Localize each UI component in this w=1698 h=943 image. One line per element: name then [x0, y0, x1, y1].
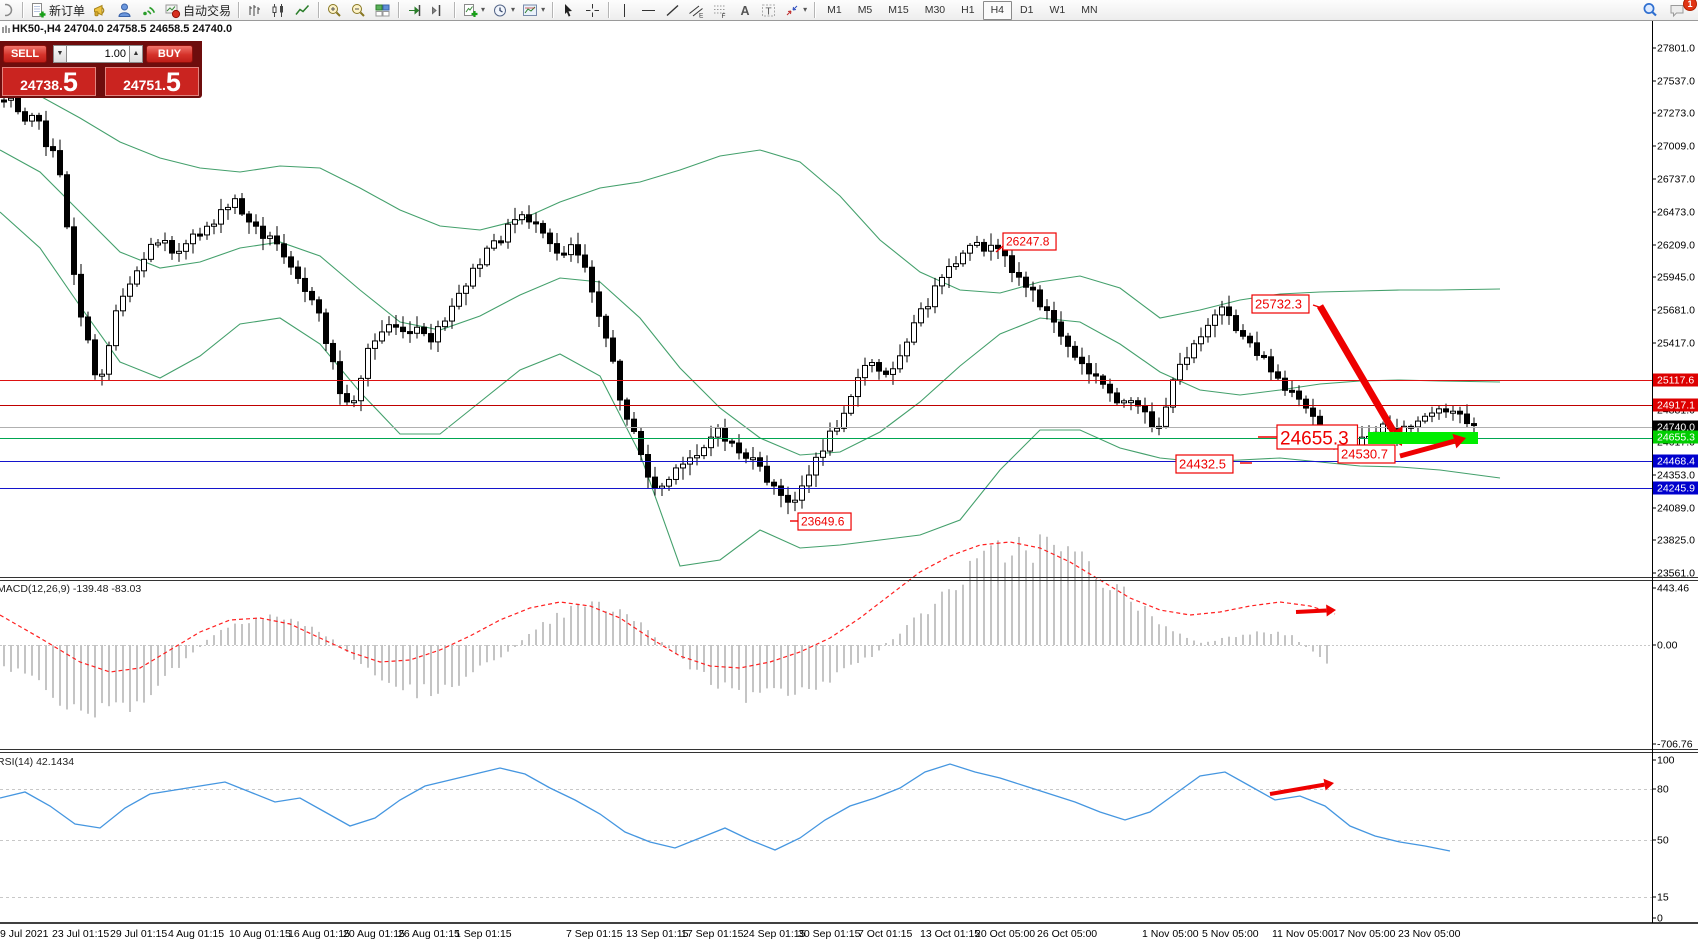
time-tick-label: 13 Oct 01:15	[920, 928, 980, 940]
price-label-annotation[interactable]: 23649.6	[790, 513, 851, 530]
price-tick-label: 23825.0	[1657, 535, 1695, 547]
volume-stepper: ▼ ▲	[53, 45, 143, 63]
time-tick-label: 17 Sep 01:15	[681, 928, 744, 940]
price-label-annotation[interactable]: 24432.5	[1176, 455, 1252, 473]
price-badge-label: 24917.1	[1657, 400, 1695, 412]
macd-pane	[0, 534, 1652, 717]
price-tick-label: 25417.0	[1657, 338, 1695, 350]
volume-decrease-button[interactable]: ▼	[53, 45, 67, 63]
time-tick-label: 20 Aug 01:15	[343, 928, 405, 940]
price-badge-label: 24655.3	[1657, 432, 1695, 444]
time-tick-label: 4 Aug 01:15	[168, 928, 224, 940]
price-tick-label: 26209.0	[1657, 240, 1695, 252]
time-tick-label: 17 Nov 05:00	[1333, 928, 1396, 940]
volume-increase-button[interactable]: ▲	[129, 45, 143, 63]
time-tick-label: 23 Nov 05:00	[1398, 928, 1461, 940]
macd-indicator-label: MACD(12,26,9) -139.48 -83.03	[0, 583, 141, 595]
price-tick-label: 26737.0	[1657, 174, 1695, 186]
chart-frame	[0, 21, 1698, 923]
main-chart-pane	[0, 87, 1652, 566]
chart-symbol-icon	[2, 25, 11, 34]
rsi-pane	[0, 764, 1652, 898]
buy-price-display[interactable]: 24751.5	[105, 67, 199, 96]
bollinger-band-lower	[0, 212, 1500, 566]
time-tick-label: 7 Sep 01:15	[566, 928, 623, 940]
rsi-arrow-annotation[interactable]	[1270, 779, 1334, 794]
price-tick-label: 24089.0	[1657, 503, 1695, 515]
volume-input[interactable]	[67, 45, 129, 63]
svg-text:25732.3: 25732.3	[1255, 297, 1302, 312]
one-click-trade-panel: SELL ▼ ▲ BUY 24738.5 24751.5	[0, 41, 202, 98]
price-tick-label: 23561.0	[1657, 568, 1695, 580]
bollinger-band-upper	[0, 88, 1500, 318]
price-tick-label: 25681.0	[1657, 305, 1695, 317]
price-axis[interactable]: 27801.0 27537.0 27273.0 27009.0 26737.0 26473…	[1652, 43, 1698, 925]
rsi-line	[0, 764, 1450, 851]
price-tick-label: 27273.0	[1657, 108, 1695, 120]
price-label-annotation[interactable]: 25732.3	[1252, 295, 1322, 313]
time-tick-label: 29 Jul 01:15	[110, 928, 167, 940]
price-tick-label: 27009.0	[1657, 141, 1695, 153]
time-tick-label: 20 Oct 05:00	[975, 928, 1035, 940]
price-tick-label: 100	[1657, 755, 1675, 767]
price-tick-label: 27537.0	[1657, 76, 1695, 88]
price-badge-label: 24245.9	[1657, 483, 1695, 495]
price-tick-label: 26473.0	[1657, 207, 1695, 219]
time-tick-label: 5 Nov 05:00	[1202, 928, 1259, 940]
price-badge-label: 24468.4	[1657, 456, 1695, 468]
symbol-ohlc-label: HK50-,H4 24704.0 24758.5 24658.5 24740.0	[12, 23, 232, 35]
price-tick-label: 25945.0	[1657, 272, 1695, 284]
time-tick-label: 16 Aug 01:15	[288, 928, 350, 940]
time-tick-label: 9 Jul 2021	[0, 928, 49, 940]
sell-button[interactable]: SELL	[3, 45, 47, 63]
price-tick-label: 15	[1657, 892, 1669, 904]
price-tick-label: 80	[1657, 784, 1669, 796]
buy-button[interactable]: BUY	[146, 45, 193, 63]
svg-text:23649.6: 23649.6	[801, 515, 845, 529]
rsi-indicator-label: RSI(14) 42.1434	[0, 756, 74, 768]
time-tick-label: 1 Nov 05:00	[1142, 928, 1199, 940]
macd-signal-line	[0, 542, 1335, 672]
svg-text:24530.7: 24530.7	[1341, 447, 1388, 462]
time-axis[interactable]: 9 Jul 202123 Jul 01:1529 Jul 01:154 Aug …	[0, 928, 1461, 940]
macd-arrow-annotation[interactable]	[1296, 604, 1336, 616]
time-tick-label: 13 Sep 01:15	[626, 928, 689, 940]
buy-price-pip: 5	[166, 71, 181, 94]
svg-text:26247.8: 26247.8	[1006, 235, 1050, 249]
time-tick-label: 24 Sep 01:15	[743, 928, 806, 940]
time-tick-label: 26 Aug 01:15	[398, 928, 460, 940]
macd-histogram	[4, 534, 1327, 717]
price-label-annotation[interactable]: 26247.8	[996, 233, 1056, 252]
buy-price-main: 24751.	[123, 78, 166, 92]
chart-canvas[interactable]: 26247.8 25732.3 24655.3 24530.7 24432.5 23649…	[0, 0, 1698, 943]
time-tick-label: 26 Oct 05:00	[1037, 928, 1097, 940]
time-tick-label: 1 Sep 01:15	[455, 928, 512, 940]
svg-text:24432.5: 24432.5	[1179, 457, 1226, 472]
time-tick-label: 10 Aug 01:15	[229, 928, 291, 940]
price-tick-label: 443.46	[1657, 583, 1689, 595]
price-tick-label: 24353.0	[1657, 470, 1695, 482]
price-tick-label: -706.76	[1657, 739, 1693, 751]
price-tick-label: 0	[1657, 913, 1663, 925]
price-badge-label: 25117.6	[1657, 375, 1694, 387]
price-tick-label: 50	[1657, 835, 1669, 847]
time-tick-label: 11 Nov 05:00	[1272, 928, 1334, 940]
time-tick-label: 23 Jul 01:15	[52, 928, 109, 940]
price-label-annotation[interactable]: 24530.7	[1338, 445, 1395, 463]
mt4-window: 新订单 自动交易	[0, 0, 1698, 943]
time-tick-label: 7 Oct 01:15	[858, 928, 912, 940]
sell-price-pip: 5	[63, 71, 78, 94]
sell-price-display[interactable]: 24738.5	[2, 67, 96, 96]
price-tick-label: 27801.0	[1657, 43, 1695, 55]
time-tick-label: 30 Sep 01:15	[798, 928, 861, 940]
sell-price-main: 24738.	[20, 78, 63, 92]
price-tick-label: 0.00	[1657, 640, 1678, 652]
